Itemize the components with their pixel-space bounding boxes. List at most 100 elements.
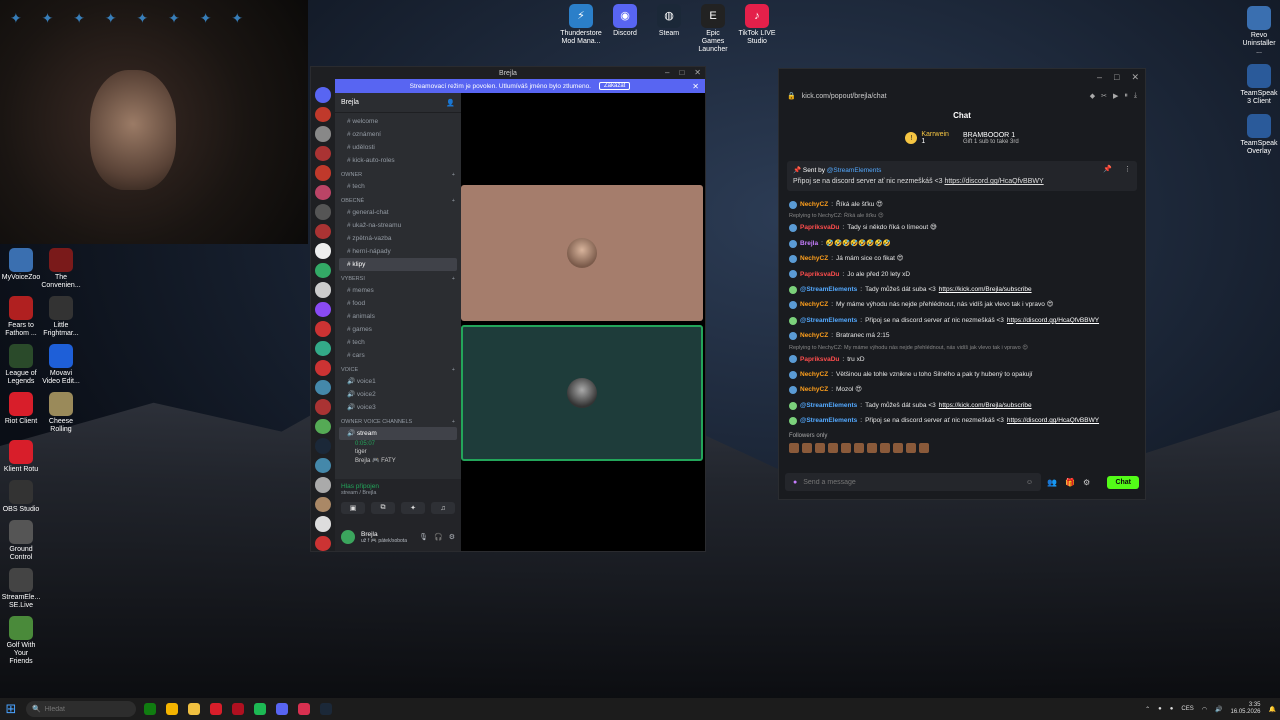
gear-icon[interactable]: ⚙ xyxy=(449,533,455,541)
desktop-shortcut[interactable]: E Epic Games Launcher xyxy=(694,4,732,54)
chat-username[interactable]: NechyCZ xyxy=(800,197,828,212)
desktop-shortcut[interactable]: League of Legends xyxy=(2,344,40,386)
search-input[interactable] xyxy=(44,705,125,713)
more-icon[interactable]: ⋮ xyxy=(1124,164,1131,175)
pinned-by-user[interactable]: @StreamElements xyxy=(827,167,882,174)
chat-link[interactable]: https://discord.gg/HcaQfvBBWY xyxy=(1007,413,1099,428)
chat-username[interactable]: @StreamElements xyxy=(800,282,857,297)
close-icon[interactable]: ✕ xyxy=(694,68,701,77)
chat-message[interactable]: NechyCZ: My máme výhodu nás nejde přehléd… xyxy=(789,297,1135,312)
desktop-shortcut[interactable]: Revo Uninstaller ... xyxy=(1240,6,1278,56)
wifi-icon[interactable]: ◠ xyxy=(1202,706,1207,713)
emote[interactable] xyxy=(893,442,903,453)
server-icon[interactable] xyxy=(315,282,331,298)
file-explorer-icon[interactable] xyxy=(188,703,200,715)
chat-username[interactable]: NechyCZ xyxy=(800,328,828,343)
server-icon[interactable] xyxy=(315,360,331,376)
chat-message[interactable]: Brejla: 🤣🤣🤣🤣🤣🤣🤣🤣 xyxy=(789,236,1135,251)
desktop-shortcut[interactable]: OBS Studio xyxy=(2,480,40,514)
app-icon[interactable] xyxy=(298,703,310,715)
server-icon[interactable] xyxy=(315,321,331,337)
participant-tile[interactable] xyxy=(461,185,703,321)
chat-message[interactable]: @StreamElements: Tady můžeš dát suba <3 ht… xyxy=(789,398,1135,413)
channel-item[interactable]: # welcome xyxy=(339,115,457,128)
spotify-app-icon[interactable] xyxy=(254,703,266,715)
channel-item[interactable]: # zpětná-vazba xyxy=(339,232,457,245)
channel-item[interactable]: # animals xyxy=(339,310,457,323)
desktop-shortcut[interactable]: ◉ Discord xyxy=(606,4,644,54)
emote-picker-icon[interactable]: ● xyxy=(793,479,797,486)
channel-item[interactable]: # tech xyxy=(339,180,457,193)
desktop-shortcut[interactable] xyxy=(42,440,80,474)
maximize-icon[interactable]: □ xyxy=(1114,72,1119,84)
server-icon[interactable] xyxy=(315,301,331,317)
chat-message[interactable]: PapriksvaDu: Jo ale před 20 lety xD xyxy=(789,267,1135,282)
voice-user[interactable]: tiger xyxy=(339,448,457,456)
server-icon[interactable] xyxy=(315,184,331,200)
chat-username[interactable]: NechyCZ xyxy=(800,297,828,312)
taskbar-search[interactable]: 🔍 xyxy=(26,701,136,717)
gift-icon[interactable]: 🎁 xyxy=(1065,478,1075,487)
pinned-link[interactable]: https://discord.gg/HcaQfvBBWY xyxy=(944,178,1043,185)
chat-username[interactable]: PapriksvaDu xyxy=(800,267,839,282)
users-icon[interactable]: 👥 xyxy=(1047,478,1057,487)
add-member-icon[interactable]: 👤 xyxy=(446,99,455,107)
chat-username[interactable]: PapriksvaDu xyxy=(800,220,839,235)
server-icon[interactable] xyxy=(315,457,331,473)
close-icon[interactable]: ✕ xyxy=(692,82,699,91)
extension-icon[interactable]: ✂ xyxy=(1101,92,1107,100)
server-icon[interactable] xyxy=(315,204,331,220)
channel-category[interactable]: OWNER VOICE CHANNELS + xyxy=(339,414,457,427)
desktop-shortcut[interactable]: Klient Rotu xyxy=(2,440,40,474)
desktop-shortcut[interactable] xyxy=(42,520,80,562)
camera-button[interactable]: ▣ xyxy=(341,502,365,514)
emoji-icon[interactable]: ☺ xyxy=(1026,479,1033,486)
channel-item[interactable]: # udělosti xyxy=(339,141,457,154)
chat-message[interactable]: NechyCZ: Mozol 😍 xyxy=(789,382,1135,397)
chat-username[interactable]: Brejla xyxy=(800,236,818,251)
server-icon[interactable] xyxy=(315,399,331,415)
channel-item[interactable]: # tech xyxy=(339,336,457,349)
chat-link[interactable]: https://discord.gg/HcaQfvBBWY xyxy=(1007,313,1099,328)
activities-button[interactable]: ✦ xyxy=(401,502,425,514)
server-icon[interactable] xyxy=(315,418,331,434)
server-icon[interactable] xyxy=(315,379,331,395)
server-icon[interactable] xyxy=(315,87,331,103)
desktop-shortcut[interactable]: Ground Control xyxy=(2,520,40,562)
desktop-shortcut[interactable]: Cheese Rolling xyxy=(42,392,80,434)
chat-message[interactable]: PapriksvaDu: Tady si někdo říká o límeout… xyxy=(789,220,1135,235)
windows-start-icon[interactable]: ⊞ xyxy=(4,701,18,716)
clock[interactable]: 3:35 16.05.2026 xyxy=(1230,702,1260,716)
channel-item[interactable]: 🔊 voice1 xyxy=(339,375,457,388)
channel-item[interactable]: 🔊 voice2 xyxy=(339,388,457,401)
server-icon[interactable] xyxy=(315,165,331,181)
server-icon[interactable] xyxy=(315,535,331,551)
chrome-app-icon[interactable] xyxy=(166,703,178,715)
emote[interactable] xyxy=(789,442,799,453)
send-chat-button[interactable]: Chat xyxy=(1107,475,1139,489)
address-bar[interactable]: 🔒 kick.com/popout/brejla/chat ◆ ✂ ▶ ⏸ ⤓ xyxy=(779,87,1145,105)
minimize-icon[interactable]: – xyxy=(665,68,669,77)
desktop-shortcut[interactable]: MyVoiceZoo xyxy=(2,248,40,290)
channel-item[interactable]: # general-chat xyxy=(339,206,457,219)
chat-username[interactable]: NechyCZ xyxy=(800,382,828,397)
chat-username[interactable]: @StreamElements xyxy=(800,313,857,328)
maximize-icon[interactable]: □ xyxy=(679,68,684,77)
chat-message[interactable]: @StreamElements: Tady můžeš dát suba <3 ht… xyxy=(789,282,1135,297)
emote[interactable] xyxy=(880,442,890,453)
desktop-shortcut[interactable]: Golf With Your Friends xyxy=(2,616,40,666)
server-icon[interactable] xyxy=(315,340,331,356)
chat-message[interactable]: @StreamElements: Připoj se na discord ser… xyxy=(789,313,1135,328)
channel-item[interactable]: 🔊 voice3 xyxy=(339,401,457,414)
add-channel-icon[interactable]: + xyxy=(452,276,455,282)
desktop-shortcut[interactable]: The Convenien... xyxy=(41,248,81,290)
server-icon[interactable] xyxy=(315,145,331,161)
extension-icon[interactable]: ⏸ xyxy=(1124,92,1128,100)
desktop-shortcut[interactable]: Fears to Fathom ... xyxy=(2,296,40,338)
extension-icon[interactable]: ▶ xyxy=(1113,92,1118,100)
tray-app-icon[interactable]: ● xyxy=(1158,706,1162,712)
desktop-shortcut[interactable]: Riot Client xyxy=(2,392,40,434)
extension-icon[interactable]: ◆ xyxy=(1090,92,1095,100)
add-channel-icon[interactable]: + xyxy=(452,419,455,425)
download-icon[interactable]: ⤓ xyxy=(1134,92,1137,100)
